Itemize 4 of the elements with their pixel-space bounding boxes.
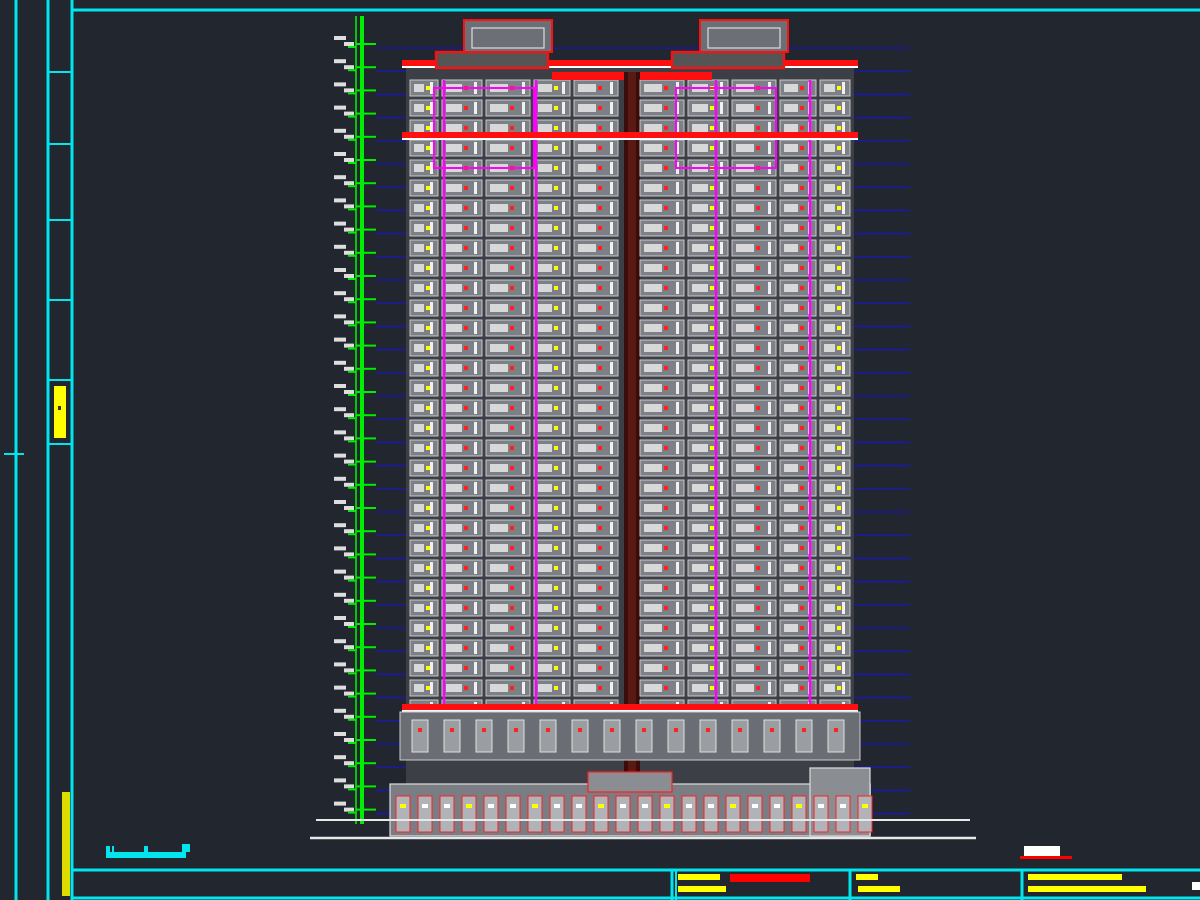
tag-icon [1020, 846, 1072, 859]
vertical-title-mark [62, 792, 70, 896]
scale-bar-icon [106, 844, 190, 858]
side-label-mark [54, 386, 66, 438]
